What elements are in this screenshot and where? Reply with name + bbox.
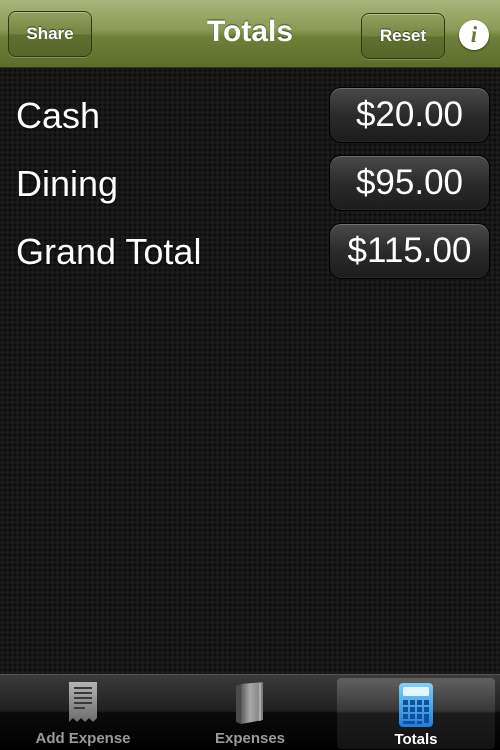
total-row-cash: Cash $20.00 — [0, 87, 500, 143]
row-label: Grand Total — [16, 231, 202, 272]
tab-label: Expenses — [214, 730, 286, 747]
book-icon — [233, 681, 267, 730]
amount-display: $20.00 — [329, 87, 490, 143]
share-button[interactable]: Share — [8, 11, 92, 57]
total-row-grand-total: Grand Total $115.00 — [0, 223, 500, 279]
total-row-dining: Dining $95.00 — [0, 155, 500, 211]
tab-add-expense[interactable]: Add Expense — [0, 675, 166, 750]
tab-bar: Add Expense Expenses Totals — [0, 674, 500, 750]
tab-label: Totals — [394, 731, 438, 748]
tab-totals[interactable]: Totals — [337, 678, 495, 749]
info-icon[interactable]: i — [459, 20, 489, 50]
reset-button[interactable]: Reset — [361, 13, 445, 59]
amount-display: $115.00 — [329, 223, 490, 279]
calculator-icon — [398, 682, 434, 733]
navigation-bar: Share Totals Reset i — [0, 0, 500, 68]
receipt-icon — [68, 681, 98, 728]
tab-expenses[interactable]: Expenses — [167, 675, 333, 750]
row-label: Cash — [16, 95, 101, 136]
amount-display: $95.00 — [329, 155, 490, 211]
tab-label: Add Expense — [35, 730, 131, 747]
row-label: Dining — [16, 163, 119, 204]
page-title: Totals — [206, 15, 294, 48]
